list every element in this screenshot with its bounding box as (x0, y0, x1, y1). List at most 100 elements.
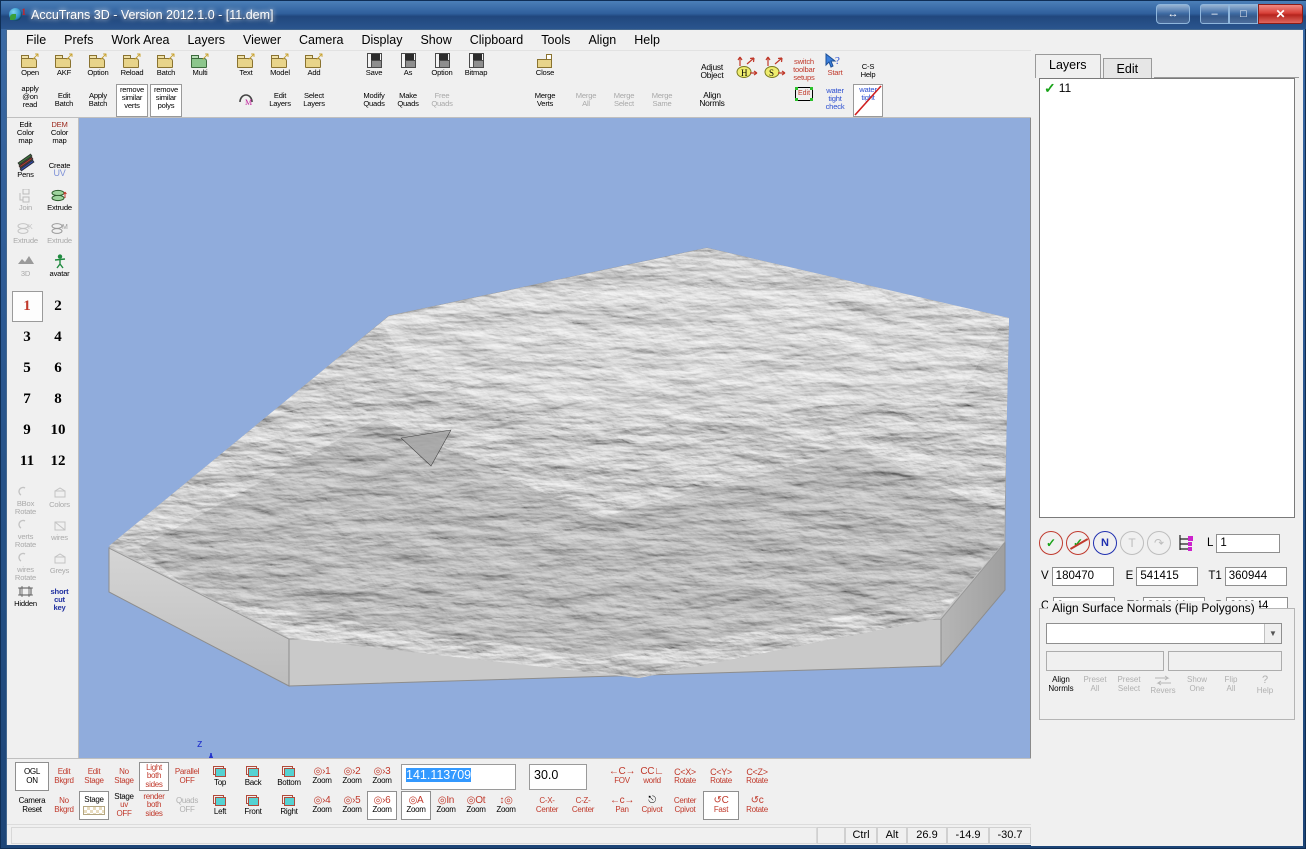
edit-bkgrd-button[interactable]: Edit Bkgrd (49, 762, 79, 791)
menu-clipboard[interactable]: Clipboard (461, 32, 533, 48)
close-button[interactable]: ✕ (1258, 4, 1303, 24)
pan-button[interactable]: ←c→ Pan (607, 791, 637, 820)
toolbar-adjust-h-button[interactable]: H (734, 51, 760, 84)
page-number-5[interactable]: 5 (12, 353, 43, 384)
page-number-4[interactable]: 4 (43, 322, 74, 353)
menu-help[interactable]: Help (625, 32, 669, 48)
dem-colormap-button[interactable]: DEM Color map (43, 120, 77, 153)
menu-align[interactable]: Align (579, 32, 625, 48)
toolbar-modify-quads-button[interactable]: Modify Quads (358, 84, 390, 117)
page-number-7[interactable]: 7 (12, 384, 43, 415)
stage-button[interactable]: Stage (79, 791, 109, 820)
camera-reset-button[interactable]: Camera Reset (15, 791, 49, 820)
camera-zoom-2-button[interactable]: ◎›2 Zoom (337, 762, 367, 791)
toolbar-edit-batch-button[interactable]: Edit Batch (48, 84, 80, 117)
t1-count-input[interactable] (1225, 567, 1287, 586)
no-bkgrd-button[interactable]: No Bkgrd (49, 791, 79, 820)
chevron-down-icon[interactable]: ▼ (1264, 624, 1281, 643)
page-number-1[interactable]: 1 (12, 291, 43, 322)
maximize-button[interactable]: □ (1229, 4, 1258, 24)
toolbar-save-as-button[interactable]: As (392, 51, 424, 84)
deselect-all-layers-button[interactable]: ✓ (1066, 531, 1090, 555)
layer-index-input[interactable] (1216, 534, 1280, 553)
toolbar-save-bitmap-button[interactable]: Bitmap (460, 51, 492, 84)
tab-layers[interactable]: Layers (1035, 54, 1101, 78)
fov-button[interactable]: ←C→ FOV (607, 762, 637, 791)
hierarchy-tree-button[interactable] (1174, 531, 1198, 555)
camera-zoom-5-button[interactable]: ◎›5 Zoom (337, 791, 367, 820)
align-field-2[interactable] (1168, 651, 1282, 671)
edit-stage-button[interactable]: Edit Stage (79, 762, 109, 791)
page-number-3[interactable]: 3 (12, 322, 43, 353)
toolbar-align-normals-button[interactable]: Align Normls (692, 84, 732, 117)
edge-count-input[interactable] (1136, 567, 1198, 586)
layer-list[interactable]: ✓ 11 (1039, 78, 1295, 518)
toolbar-make-quads-button[interactable]: Make Quads (392, 84, 424, 117)
view-front-button[interactable]: Front (235, 791, 271, 820)
page-number-12[interactable]: 12 (43, 446, 74, 477)
toolbar-apply-batch-button[interactable]: Apply Batch (82, 84, 114, 117)
extrude-button[interactable]: Extrude (43, 186, 77, 219)
toolbar-merge-verts-button[interactable]: Merge Verts (524, 84, 566, 117)
light-both-sides-button[interactable]: Light both sides (139, 762, 169, 791)
toolbar-batch-button[interactable]: ↗ Batch (150, 51, 182, 84)
select-all-layers-button[interactable]: ✓ (1039, 531, 1063, 555)
rotate-x-button[interactable]: C<X> Rotate (667, 762, 703, 791)
camera-zoom-in-button[interactable]: ◎In Zoom (431, 791, 461, 820)
zoom-value-input[interactable]: 141.113709 (401, 764, 516, 790)
toolbar-akf-button[interactable]: ↗ AKF (48, 51, 80, 84)
page-number-2[interactable]: 2 (43, 291, 74, 322)
toolbar-watertight-off-button[interactable]: water tight (853, 84, 883, 117)
toolbar-select-layers-button[interactable]: Select Layers (298, 84, 330, 117)
page-number-8[interactable]: 8 (43, 384, 74, 415)
layer-list-item[interactable]: ✓ 11 (1040, 79, 1294, 97)
hidden-button[interactable]: Hidden (9, 582, 43, 615)
3d-viewport[interactable]: x z (79, 118, 1031, 758)
camera-zoom-3-button[interactable]: ◎›3 Zoom (367, 762, 397, 791)
center-cpivot-button[interactable]: Center Cpivot (667, 791, 703, 820)
avatar-button[interactable]: avatar (43, 252, 77, 285)
toolbar-remove-similar-verts-button[interactable]: remove similar verts (116, 84, 148, 117)
toolbar-cs-help-button[interactable]: C-S Help (852, 51, 884, 84)
stage-uv-off-button[interactable]: Stage uv OFF (109, 791, 139, 820)
view-bottom-button[interactable]: Bottom (271, 762, 307, 791)
page-number-11[interactable]: 11 (12, 446, 43, 477)
toolbar-edit-layers-button[interactable]: Edit Layers (264, 84, 296, 117)
toolbar-cs-start-button[interactable]: ? Start (820, 51, 850, 84)
toolbar-open-button[interactable]: ↗ Open (14, 51, 46, 84)
toolbar-option-button[interactable]: ↗ Option (82, 51, 114, 84)
menu-work-area[interactable]: Work Area (102, 32, 178, 48)
toolbar-watertight-check-button[interactable]: water tight check (820, 84, 850, 117)
world-rotate-button[interactable]: CC∟ world (637, 762, 667, 791)
view-top-button[interactable]: Top (205, 762, 235, 791)
view-back-button[interactable]: Back (235, 762, 271, 791)
menu-display[interactable]: Display (352, 32, 411, 48)
menu-tools[interactable]: Tools (532, 32, 579, 48)
terrain-model[interactable] (79, 118, 1031, 758)
menu-layers[interactable]: Layers (178, 32, 234, 48)
camera-zoom-a-button[interactable]: ◎A Zoom (401, 791, 431, 820)
toolbar-save-button[interactable]: Save (358, 51, 390, 84)
camera-zoom-4-button[interactable]: ◎›4 Zoom (307, 791, 337, 820)
create-uv-button[interactable]: Create UV (43, 153, 77, 186)
camera-zoom-out-button[interactable]: ◎Ot Zoom (461, 791, 491, 820)
toolbar-edit-box-button[interactable]: Edit (790, 84, 818, 117)
page-number-9[interactable]: 9 (12, 415, 43, 446)
rotate-button[interactable]: ↺c Rotate (739, 791, 775, 820)
camera-zoom-1-button[interactable]: ◎›1 Zoom (307, 762, 337, 791)
page-number-6[interactable]: 6 (43, 353, 74, 384)
menu-camera[interactable]: Camera (290, 32, 352, 48)
camera-zoom-drag-button[interactable]: ↕◎ Zoom (491, 791, 521, 820)
rotate-z-button[interactable]: C<Z> Rotate (739, 762, 775, 791)
menu-file[interactable]: File (17, 32, 55, 48)
normals-toggle-button[interactable]: N (1093, 531, 1117, 555)
toolbar-reload-button[interactable]: ↗ Reload (116, 51, 148, 84)
toolbar-text-button[interactable]: ↗ Text (230, 51, 262, 84)
tab-edit[interactable]: Edit (1103, 58, 1153, 80)
center-z-button[interactable]: C-Z- Center (565, 791, 601, 820)
toolbar-save-option-button[interactable]: Option (426, 51, 458, 84)
ogl-toggle-button[interactable]: OGL ON (15, 762, 49, 791)
toolbar-remove-similar-polys-button[interactable]: remove similar polys (150, 84, 182, 117)
align-normals-combo[interactable]: ▼ (1046, 623, 1282, 644)
view-right-button[interactable]: Right (271, 791, 307, 820)
